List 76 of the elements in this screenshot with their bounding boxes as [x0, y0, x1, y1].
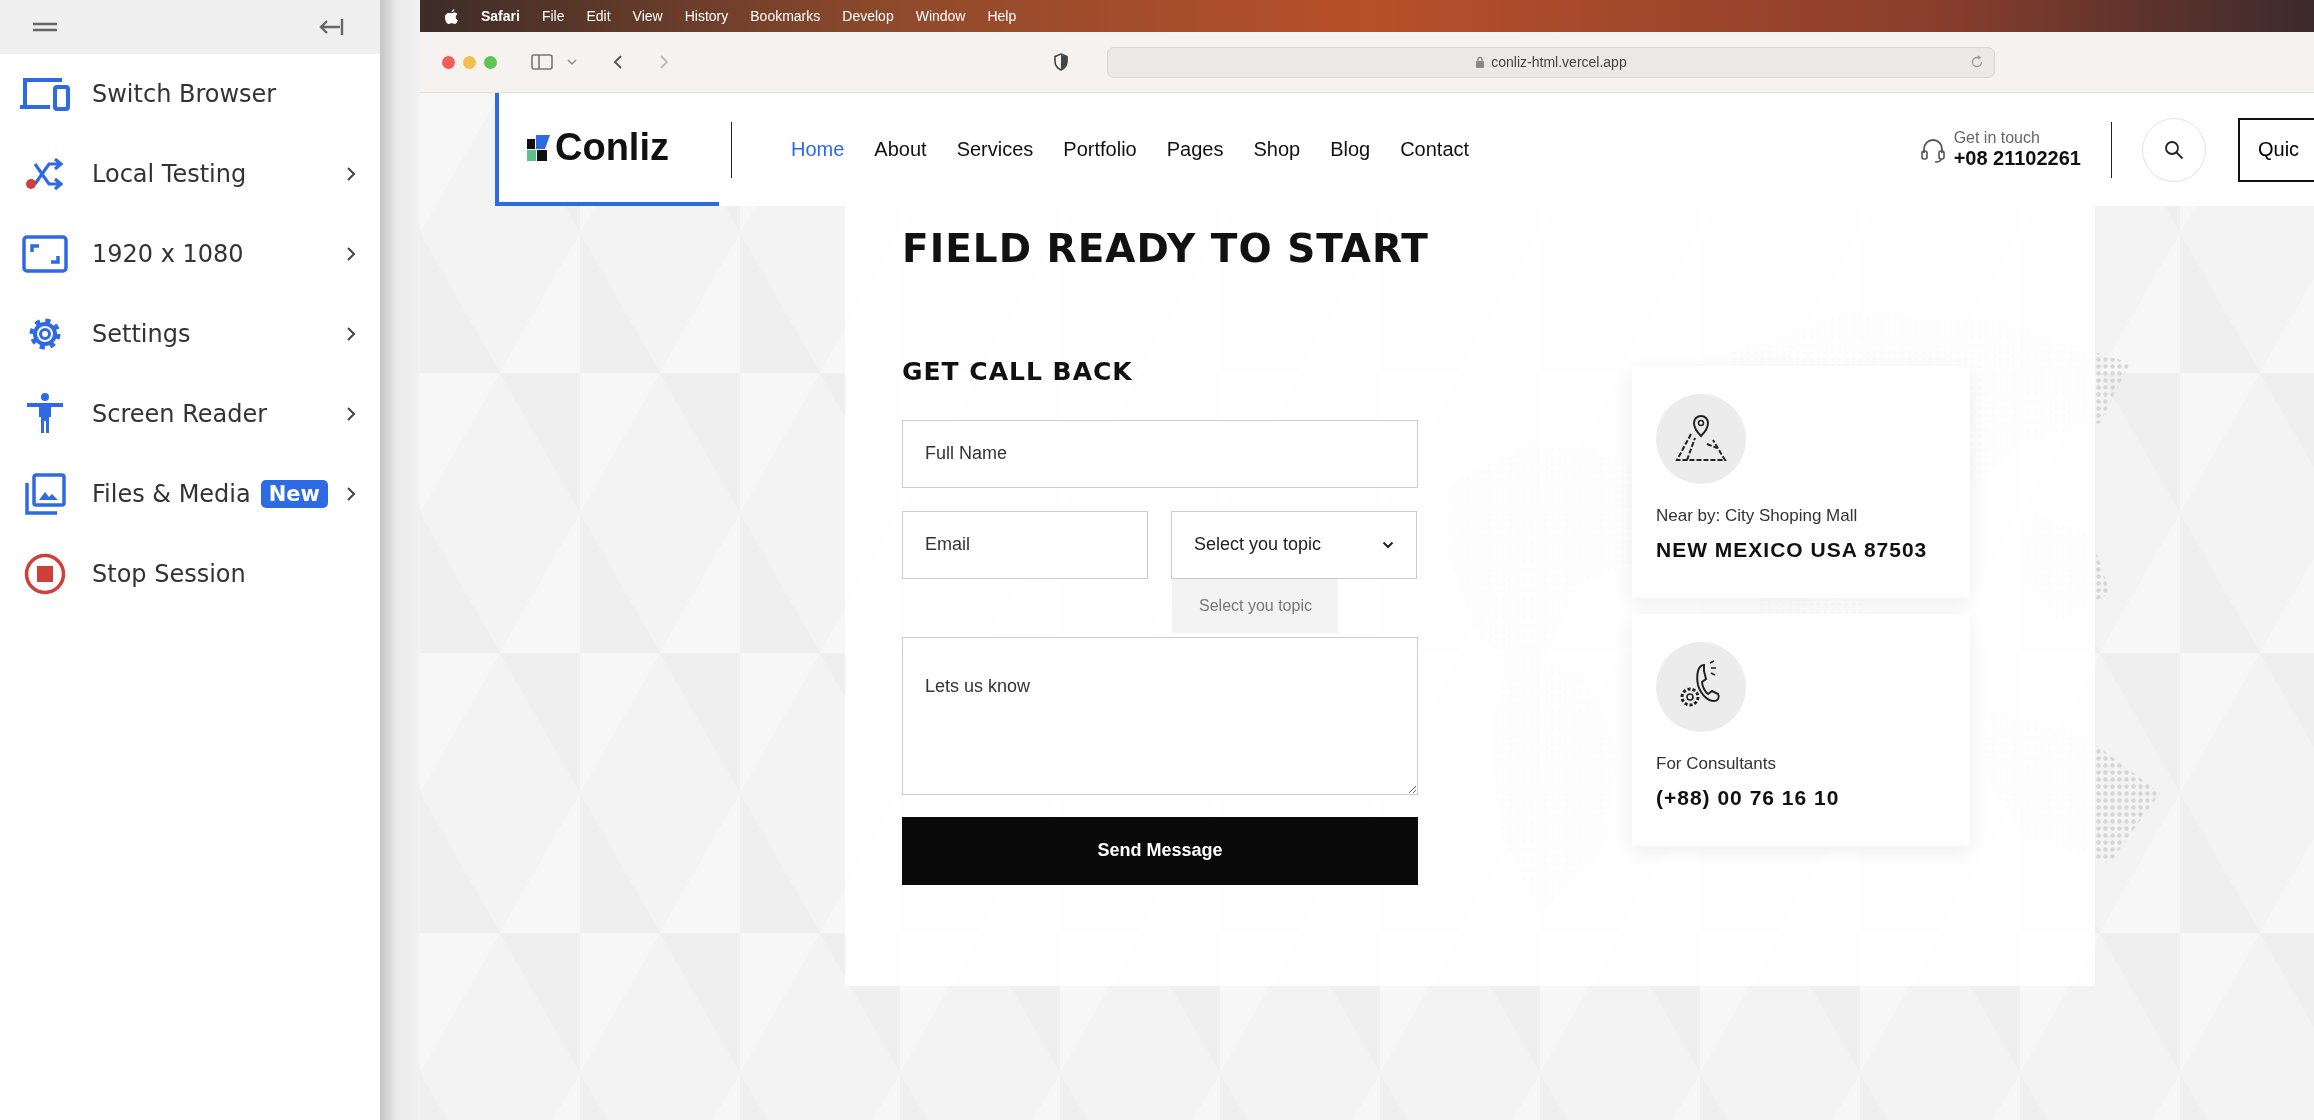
- info-value: (+88) 00 76 16 10: [1656, 786, 1841, 810]
- accessibility-icon: [25, 393, 65, 435]
- nav-link[interactable]: About: [859, 138, 942, 161]
- contact-label: Get in touch: [1953, 129, 2041, 147]
- shuffle-icon: [25, 158, 65, 190]
- headset-icon: [1919, 136, 1946, 163]
- info-label: For Consultants: [1656, 754, 1777, 774]
- menu-item[interactable]: Edit: [586, 8, 611, 24]
- chevron-right-icon: [346, 246, 356, 262]
- sidebar-label: Screen Reader: [92, 400, 268, 428]
- nav-link[interactable]: Pages: [1151, 138, 1239, 161]
- quick-button[interactable]: Quic: [2238, 117, 2314, 182]
- nav-link[interactable]: Contact: [1385, 138, 1485, 161]
- address-bar[interactable]: conliz-html.vercel.app: [1107, 46, 1995, 78]
- logo-icon[interactable]: [527, 134, 551, 161]
- sidebar-label: Local Testing: [92, 160, 247, 188]
- close-window-icon[interactable]: [442, 55, 455, 69]
- name-field[interactable]: Full Name: [902, 419, 1418, 488]
- nav-link[interactable]: Home: [776, 138, 860, 161]
- nav-link[interactable]: Shop: [1238, 138, 1316, 161]
- nav-link[interactable]: Blog: [1315, 138, 1386, 161]
- menu-item[interactable]: Window: [915, 8, 966, 24]
- sidebar-label: Settings: [92, 320, 191, 348]
- contact-phone: +08 21102261: [1953, 147, 2081, 170]
- topic-select[interactable]: Select you topic: [1171, 510, 1417, 579]
- images-icon: [24, 473, 66, 515]
- topic-option[interactable]: Select you topic: [1172, 578, 1338, 633]
- apple-logo-icon[interactable]: [444, 7, 459, 25]
- sidebar-item[interactable]: Local Testing: [0, 134, 380, 214]
- sidebar-item[interactable]: Settings: [0, 294, 380, 374]
- chevron-down-icon: [1382, 540, 1394, 549]
- chevron-right-icon: [346, 486, 356, 502]
- url-text: conliz-html.vercel.app: [1491, 54, 1627, 70]
- caret-icon[interactable]: [567, 59, 577, 65]
- sidebar-label: Files & Media: [92, 480, 251, 508]
- menu-item[interactable]: File: [541, 8, 565, 24]
- menu-item[interactable]: Help: [987, 8, 1017, 24]
- shield-icon[interactable]: [1053, 53, 1069, 71]
- stop-icon: [24, 553, 66, 595]
- new-badge: New: [260, 480, 328, 508]
- chevron-right-icon: [346, 166, 356, 182]
- sidebar-item[interactable]: Screen Reader: [0, 374, 380, 454]
- search-icon: [2164, 139, 2184, 160]
- chevron-right-icon: [346, 326, 356, 342]
- reload-icon[interactable]: [1970, 55, 1984, 69]
- sidebar-item[interactable]: 1920 x 1080: [0, 214, 380, 294]
- menu-item[interactable]: History: [684, 8, 729, 24]
- message-field[interactable]: Lets us know: [902, 636, 1418, 795]
- form-title: GET CALL BACK: [902, 356, 1134, 386]
- sidebar-label: Switch Browser: [92, 80, 277, 108]
- nav-link[interactable]: Portfolio: [1048, 138, 1152, 161]
- resolution-icon: [22, 235, 68, 273]
- sidebar-label: 1920 x 1080: [92, 240, 244, 268]
- sidebar-item[interactable]: Files & Media New: [0, 454, 380, 534]
- email-field[interactable]: Email: [902, 510, 1148, 579]
- info-value: NEW MEXICO USA 87503: [1656, 538, 1929, 562]
- send-message-button[interactable]: Send Message: [902, 816, 1418, 885]
- menu-item[interactable]: View: [632, 8, 663, 24]
- sidebar-toggle-icon[interactable]: [531, 54, 553, 70]
- menu-icon[interactable]: [32, 22, 58, 32]
- back-icon[interactable]: [613, 54, 623, 70]
- info-label: Near by: City Shoping Mall: [1656, 506, 1859, 526]
- zoom-window-icon[interactable]: [484, 55, 497, 69]
- lock-icon: [1475, 56, 1486, 68]
- menu-app-name[interactable]: Safari: [481, 8, 520, 24]
- chevron-right-icon: [346, 406, 356, 422]
- sidebar-label: Stop Session: [92, 560, 246, 588]
- devices-icon: [20, 77, 70, 111]
- collapse-icon[interactable]: [318, 17, 344, 37]
- menu-item[interactable]: Bookmarks: [750, 8, 821, 24]
- nav-link[interactable]: Services: [941, 138, 1049, 161]
- menu-item[interactable]: Develop: [842, 8, 894, 24]
- sidebar-item[interactable]: Stop Session: [0, 534, 380, 614]
- logo-text[interactable]: Conliz: [555, 126, 669, 169]
- sidebar-item[interactable]: Switch Browser: [0, 54, 380, 134]
- section-heading: FIELD READY TO START: [902, 225, 1430, 273]
